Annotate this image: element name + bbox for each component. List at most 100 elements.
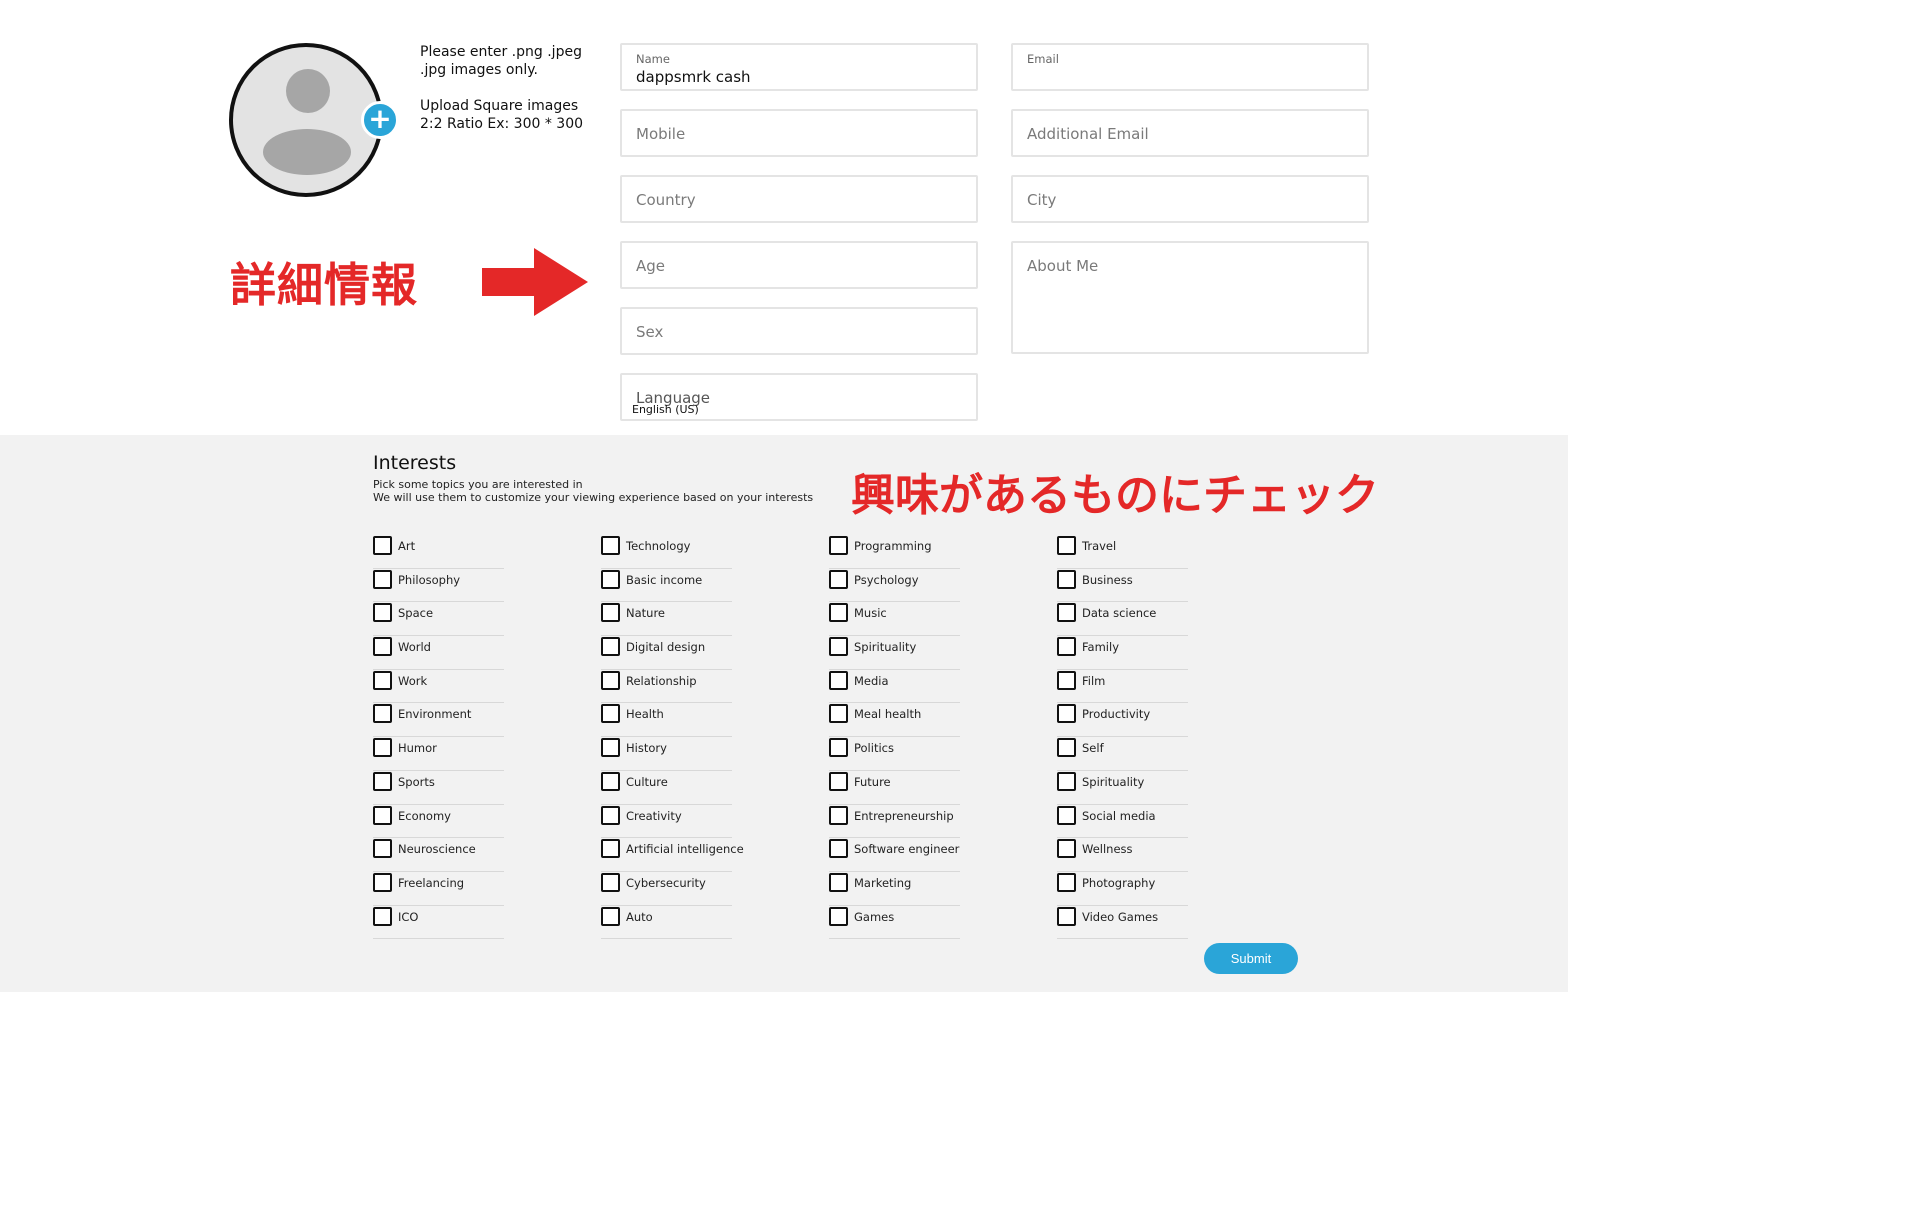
- interest-item[interactable]: Media: [829, 670, 960, 704]
- interest-item[interactable]: Psychology: [829, 569, 960, 603]
- interest-checkbox[interactable]: [829, 839, 848, 859]
- interest-item[interactable]: Basic income: [601, 569, 732, 603]
- interest-item[interactable]: Relationship: [601, 670, 732, 704]
- interest-checkbox[interactable]: [1057, 872, 1076, 892]
- plus-icon[interactable]: +: [361, 101, 399, 139]
- interest-item[interactable]: Creativity: [601, 805, 732, 839]
- interest-checkbox[interactable]: [829, 704, 848, 724]
- sex-field[interactable]: Sex: [620, 307, 978, 355]
- interest-item[interactable]: Spirituality: [829, 636, 960, 670]
- interest-item[interactable]: Meal health: [829, 703, 960, 738]
- interest-item[interactable]: Video Games: [1057, 906, 1188, 940]
- interest-checkbox[interactable]: [373, 906, 392, 926]
- country-field[interactable]: Country: [620, 175, 978, 223]
- interest-checkbox[interactable]: [373, 637, 392, 657]
- interest-checkbox[interactable]: [829, 906, 848, 926]
- language-select[interactable]: Language English (US): [620, 373, 978, 421]
- interest-checkbox[interactable]: [1057, 569, 1076, 589]
- interest-checkbox[interactable]: [601, 569, 620, 589]
- interest-item[interactable]: Family: [1057, 636, 1188, 670]
- interest-checkbox[interactable]: [829, 536, 848, 555]
- interest-checkbox[interactable]: [373, 738, 392, 758]
- interest-item[interactable]: Entrepreneurship: [829, 805, 960, 839]
- interest-checkbox[interactable]: [373, 872, 392, 892]
- interest-item[interactable]: Environment: [373, 703, 504, 738]
- interest-checkbox[interactable]: [1057, 771, 1076, 791]
- interest-checkbox[interactable]: [373, 704, 392, 724]
- interest-item[interactable]: World: [373, 636, 504, 670]
- interest-item[interactable]: Freelancing: [373, 872, 504, 906]
- interest-checkbox[interactable]: [829, 805, 848, 825]
- interest-item[interactable]: Digital design: [601, 636, 732, 670]
- interest-item[interactable]: Philosophy: [373, 569, 504, 603]
- interest-item[interactable]: Social media: [1057, 805, 1188, 839]
- interest-checkbox[interactable]: [829, 569, 848, 589]
- avatar[interactable]: [229, 43, 383, 197]
- interest-checkbox[interactable]: [373, 670, 392, 690]
- interest-checkbox[interactable]: [601, 670, 620, 690]
- interest-checkbox[interactable]: [1057, 805, 1076, 825]
- interest-checkbox[interactable]: [601, 839, 620, 859]
- interest-checkbox[interactable]: [601, 603, 620, 623]
- interest-item[interactable]: Future: [829, 771, 960, 805]
- interest-item[interactable]: Artificial intelligence: [601, 838, 744, 872]
- interest-item[interactable]: Health: [601, 703, 732, 738]
- name-field[interactable]: Name dappsmrk cash: [620, 43, 978, 91]
- interest-item[interactable]: Productivity: [1057, 703, 1188, 738]
- interest-checkbox[interactable]: [829, 670, 848, 690]
- interest-checkbox[interactable]: [829, 872, 848, 892]
- interest-checkbox[interactable]: [829, 771, 848, 791]
- interest-item[interactable]: History: [601, 737, 732, 771]
- interest-checkbox[interactable]: [1057, 738, 1076, 758]
- email-field[interactable]: Email: [1011, 43, 1369, 91]
- interest-checkbox[interactable]: [1057, 906, 1076, 926]
- interest-item[interactable]: Humor: [373, 737, 504, 771]
- interest-checkbox[interactable]: [373, 805, 392, 825]
- interest-item[interactable]: Cybersecurity: [601, 872, 732, 906]
- interest-item[interactable]: Art: [373, 535, 504, 569]
- age-field[interactable]: Age: [620, 241, 978, 289]
- interest-checkbox[interactable]: [601, 872, 620, 892]
- interest-checkbox[interactable]: [829, 738, 848, 758]
- submit-button[interactable]: Submit: [1204, 943, 1298, 974]
- interest-checkbox[interactable]: [601, 771, 620, 791]
- interest-checkbox[interactable]: [601, 738, 620, 758]
- interest-checkbox[interactable]: [601, 704, 620, 724]
- interest-checkbox[interactable]: [1057, 637, 1076, 657]
- interest-checkbox[interactable]: [373, 771, 392, 791]
- interest-checkbox[interactable]: [373, 839, 392, 859]
- interest-item[interactable]: Games: [829, 906, 960, 940]
- interest-checkbox[interactable]: [829, 637, 848, 657]
- interest-item[interactable]: Auto: [601, 906, 732, 940]
- about-me-textarea[interactable]: About Me: [1011, 241, 1369, 354]
- interest-item[interactable]: Film: [1057, 670, 1188, 704]
- interest-item[interactable]: Technology: [601, 535, 732, 569]
- interest-item[interactable]: ICO: [373, 906, 504, 940]
- interest-item[interactable]: Photography: [1057, 872, 1188, 906]
- interest-item[interactable]: Nature: [601, 602, 732, 637]
- interest-checkbox[interactable]: [1057, 670, 1076, 690]
- interest-item[interactable]: Economy: [373, 805, 504, 839]
- interest-item[interactable]: Politics: [829, 737, 960, 771]
- interest-checkbox[interactable]: [601, 805, 620, 825]
- interest-item[interactable]: Travel: [1057, 535, 1188, 569]
- additional-email-field[interactable]: Additional Email: [1011, 109, 1369, 157]
- interest-item[interactable]: Work: [373, 670, 504, 704]
- interest-checkbox[interactable]: [1057, 839, 1076, 859]
- interest-checkbox[interactable]: [829, 603, 848, 623]
- interest-item[interactable]: Wellness: [1057, 838, 1188, 872]
- interest-checkbox[interactable]: [373, 603, 392, 623]
- interest-checkbox[interactable]: [1057, 536, 1076, 555]
- interest-checkbox[interactable]: [601, 536, 620, 555]
- interest-checkbox[interactable]: [1057, 603, 1076, 623]
- interest-checkbox[interactable]: [601, 906, 620, 926]
- interest-item[interactable]: Neuroscience: [373, 838, 504, 872]
- interest-item[interactable]: Data science: [1057, 602, 1188, 637]
- interest-item[interactable]: Programming: [829, 535, 960, 569]
- interest-checkbox[interactable]: [373, 569, 392, 589]
- city-field[interactable]: City: [1011, 175, 1369, 223]
- interest-item[interactable]: Sports: [373, 771, 504, 805]
- interest-item[interactable]: Music: [829, 602, 960, 637]
- mobile-field[interactable]: Mobile: [620, 109, 978, 157]
- interest-item[interactable]: Space: [373, 602, 504, 637]
